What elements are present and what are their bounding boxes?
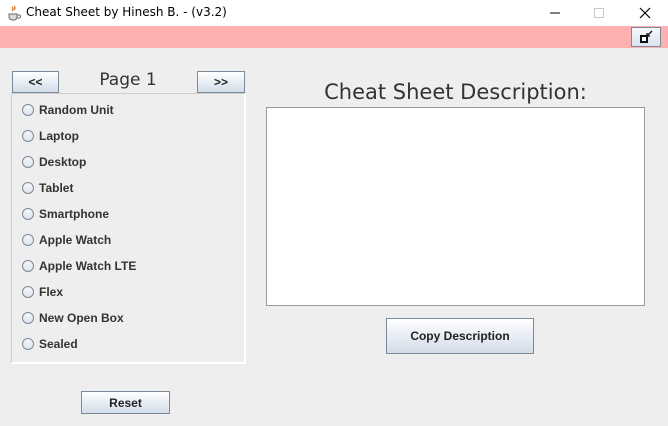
minimize-button[interactable] [532,0,578,26]
prev-page-button[interactable]: << [12,71,59,93]
radio-button[interactable] [22,182,34,194]
radio-button[interactable] [22,130,34,142]
radio-button[interactable] [22,208,34,220]
maximize-button[interactable] [576,0,622,26]
option-laptop[interactable]: Laptop [22,127,79,145]
radio-button[interactable] [22,156,34,168]
option-apple-watch[interactable]: Apple Watch [22,231,111,249]
minimize-icon [550,12,560,14]
option-label: Smartphone [39,207,110,221]
restore-window-icon [640,30,653,43]
option-label: Flex [39,285,64,299]
option-new-open-box[interactable]: New Open Box [22,309,124,327]
java-cup-icon [6,5,22,21]
option-label: Laptop [39,129,79,143]
maximize-icon [594,8,604,18]
description-heading: Cheat Sheet Description: [324,80,587,104]
radio-button[interactable] [22,286,34,298]
description-textarea[interactable] [266,107,645,306]
option-apple-watch-lte[interactable]: Apple Watch LTE [22,257,136,275]
option-tablet[interactable]: Tablet [22,179,73,197]
reset-button[interactable]: Reset [81,391,170,414]
status-bar [0,26,668,48]
radio-button[interactable] [22,234,34,246]
option-label: Tablet [39,181,74,195]
radio-button[interactable] [22,312,34,324]
option-sealed[interactable]: Sealed [22,335,78,353]
radio-button[interactable] [22,338,34,350]
option-label: Desktop [39,155,87,169]
option-label: Random Unit [39,103,114,117]
copy-description-button[interactable]: Copy Description [386,318,534,354]
option-desktop[interactable]: Desktop [22,153,86,171]
option-label: Apple Watch LTE [39,259,137,273]
restore-window-button[interactable] [631,27,661,47]
option-label: Apple Watch [39,233,112,247]
next-page-button[interactable]: >> [197,71,245,93]
close-window-button[interactable] [622,0,668,26]
radio-button[interactable] [22,260,34,272]
close-icon [639,7,651,19]
option-random-unit[interactable]: Random Unit [22,101,114,119]
option-flex[interactable]: Flex [22,283,63,301]
option-label: New Open Box [39,311,124,325]
radio-button[interactable] [22,104,34,116]
option-smartphone[interactable]: Smartphone [22,205,109,223]
page-label: Page 1 [99,70,157,90]
window-title: Cheat Sheet by Hinesh B. - (v3.2) [26,5,227,19]
option-label: Sealed [39,337,78,351]
